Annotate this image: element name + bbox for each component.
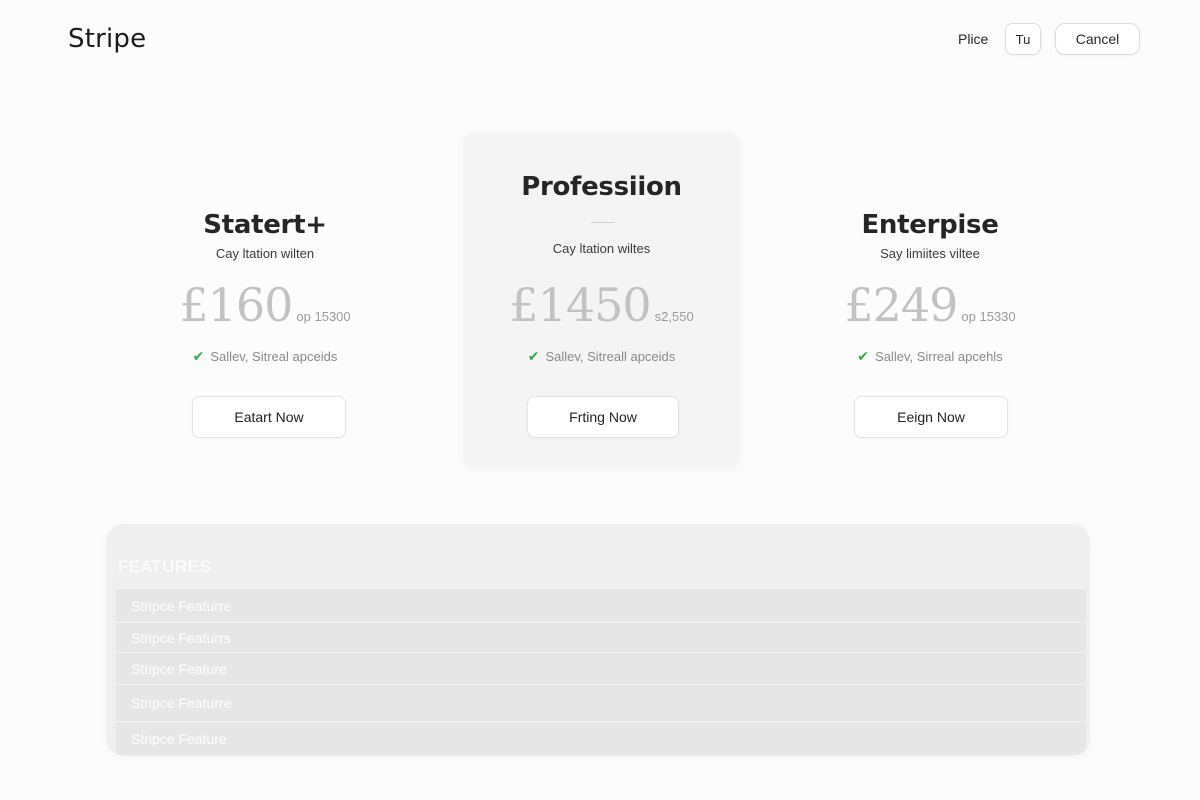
check-icon: ✔ <box>857 348 870 364</box>
pro-now-button[interactable]: Frting Now <box>527 396 679 438</box>
feature-row: Stripce Featurre <box>116 684 1086 721</box>
plan-feature-label: Sallev, Sirreal apcehls <box>875 349 1003 364</box>
plan-name: Professiion <box>521 172 682 202</box>
top-bar: Stripe Plice Tu Cancel <box>0 0 1200 80</box>
features-panel: FEATURES Stripce Featurre Stripce Featur… <box>106 524 1090 756</box>
plan-name: Enterpise <box>861 210 999 240</box>
plan-price: £249 <box>844 278 958 332</box>
nav-button-small[interactable]: Tu <box>1005 23 1041 55</box>
cancel-button[interactable]: Cancel <box>1055 23 1140 55</box>
price-row: £160 op 15300 <box>160 278 370 332</box>
price-row: £1450 s2,550 <box>463 278 740 332</box>
feature-row: Stripce Feature <box>116 652 1086 684</box>
check-icon: ✔ <box>192 348 205 364</box>
features-title: FEATURES <box>118 557 212 576</box>
price-note: op 15300 <box>296 309 351 324</box>
nav-link-price[interactable]: Plice <box>958 31 988 47</box>
check-icon: ✔ <box>527 348 540 364</box>
price-note: s2,550 <box>654 309 694 324</box>
plan-feature: ✔ Sallev, Sitreal apceids <box>160 348 370 365</box>
price-note: op 15330 <box>961 309 1016 324</box>
plan-card-enterprise: Enterpise Say limiites viltee £249 op 15… <box>825 190 1035 460</box>
plan-feature-label: Sallev, Sitreall apceids <box>545 349 676 364</box>
plan-price: £1450 <box>509 278 651 332</box>
price-row: £249 op 15330 <box>825 278 1035 332</box>
feature-row: Stripce Feature <box>116 721 1086 755</box>
plan-feature: ✔ Sallev, Sitreall apceids <box>463 348 740 365</box>
plan-feature: ✔ Sallev, Sirreal apcehls <box>825 348 1035 365</box>
plan-price: £160 <box>179 278 293 332</box>
plan-subtitle: Cay ltation wilten <box>215 246 315 261</box>
plan-card-professional: Professiion Cay ltation wiltes £1450 s2,… <box>463 132 740 468</box>
feature-row: Stripce Featurre <box>116 588 1086 622</box>
plan-card-starter: Statert+ Cay ltation wilten £160 op 1530… <box>160 190 370 460</box>
start-now-button[interactable]: Eatart Now <box>192 396 346 438</box>
plan-subtitle: Cay ltation wiltes <box>552 241 651 256</box>
feature-row: Stripce Featurrs <box>116 622 1086 652</box>
stripe-logo[interactable]: Stripe <box>68 24 146 54</box>
enterprise-now-button[interactable]: Eeign Now <box>854 396 1008 438</box>
plan-name: Statert+ <box>203 210 327 240</box>
plan-subtitle: Say limiites viltee <box>880 246 980 261</box>
plan-feature-label: Sallev, Sitreal apceids <box>210 349 338 364</box>
title-divider <box>591 222 615 223</box>
